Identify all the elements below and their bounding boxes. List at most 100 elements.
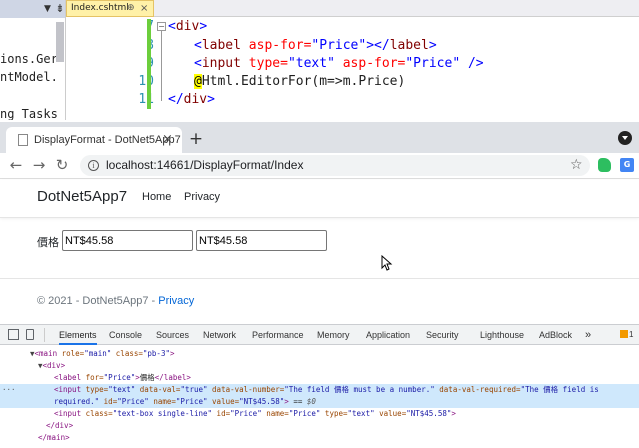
evernote-extension-icon[interactable] [598,158,611,172]
dom-token: role= [57,349,85,358]
dom-token: "text" [347,409,375,418]
code-line-7: <div> [168,19,207,34]
dom-token: > [169,349,175,358]
dom-node[interactable]: <input class="text-box single-line" id="… [0,408,639,420]
footer-privacy-link[interactable]: Privacy [158,295,194,307]
dom-token: name= [261,409,289,418]
vs-side-text: ions.Ger [0,52,58,66]
dom-token: "main" [84,349,112,358]
site-info-icon[interactable]: i [88,160,99,171]
vs-side-dropdown-arrow-icon[interactable]: ▼ [0,0,54,18]
vs-tab-index-cshtml[interactable]: Index.cshtml ⊕ × [66,0,154,17]
divider [44,328,45,342]
browser-tab-title: DisplayFormat - DotNet5App7 [34,134,181,146]
text-cursor-icon [381,255,393,271]
code-token: /> [460,56,484,71]
devtools-tab-lighthouse[interactable]: Lighthouse [480,325,524,345]
devtools-tab-adblock[interactable]: AdBlock [539,325,572,345]
pin-icon[interactable]: ⊕ [127,1,135,16]
dom-token: "text-box single-line" [112,409,213,418]
dom-token: data-val= [135,385,181,394]
more-tabs-icon[interactable]: » [585,325,591,345]
dom-token: id= [99,397,118,406]
code-token: </ [168,92,184,107]
bookmark-star-icon[interactable]: ☆ [570,155,583,176]
dom-node[interactable]: ▼<main role="main" class="pb-3"> [0,348,639,360]
code-token: > [199,19,208,34]
new-tab-button[interactable]: + [186,127,206,151]
address-bar[interactable]: i localhost:14661/DisplayFormat/Index ☆ [80,155,590,176]
vs-tab-label: Index.cshtml [71,3,129,13]
vs-code-area[interactable]: 7 8 9 10 11 − <div> <label asp-for="Pric… [66,17,639,120]
code-token: div [183,92,208,107]
vs-side-text: ng Tasks [0,107,58,120]
devtools-tab-security[interactable]: Security [426,325,459,345]
dom-token: $0 [306,397,316,406]
dom-token: </main> [38,433,70,442]
devtools-tab-network[interactable]: Network [203,325,236,345]
dom-token: type= [320,409,348,418]
translate-extension-icon[interactable]: G [620,158,634,172]
vs-side-text: ntModel. [0,70,58,84]
close-tab-icon[interactable]: × [162,127,173,153]
brand-link[interactable]: DotNet5App7 [37,188,127,205]
code-token: "Price" [311,38,367,53]
web-page: DotNet5App7 Home Privacy 價格 © 2021 - Dot… [0,180,639,324]
dom-token: "NT$45.58" [239,397,285,406]
code-token: "text" [287,56,335,71]
devtools-tab-sources[interactable]: Sources [156,325,189,345]
vs-side-scrollbar[interactable] [56,22,64,62]
dom-token: "The 價格 field is [520,385,599,394]
dom-node[interactable]: ▼<div> [0,360,639,372]
price-input[interactable] [62,230,193,251]
vs-side-split-icon[interactable]: ⇟ [54,0,65,18]
price-label: 價格 [37,237,59,249]
code-line-9: <input type="text" asp-for="Price" /> [194,56,484,71]
dom-node-selected[interactable]: ··· <input type="text" data-val="true" da… [0,384,639,396]
more-actions-icon[interactable]: ··· [2,384,16,396]
code-token: < [194,38,202,53]
dom-node[interactable]: <label for="Price">價格</label> [0,372,639,384]
devtools-tab-memory[interactable]: Memory [317,325,350,345]
dom-token: "Price" [117,397,149,406]
device-toolbar-icon[interactable] [26,329,34,340]
warning-count-badge[interactable]: 1 [620,329,639,341]
dom-node-selected-cont[interactable]: required." id="Price" name="Price" value… [0,396,639,408]
forward-button[interactable]: → [29,153,49,177]
dom-token: required." [54,397,100,406]
dom-tree: ▼<main role="main" class="pb-3"> ▼<div> … [0,346,639,448]
back-button[interactable]: ← [6,153,26,177]
code-token: div [175,19,200,34]
code-token: input [201,56,241,71]
vs-side-panel: ▼ ⇟ ions.Ger ntModel. ng Tasks [0,0,66,120]
devtools-tab-console[interactable]: Console [109,325,142,345]
devtools-tab-elements[interactable]: Elements [59,325,97,345]
site-navbar: DotNet5App7 Home Privacy [0,180,639,218]
url-text[interactable]: localhost:14661/DisplayFormat/Index [106,155,303,176]
page-favicon-icon [18,134,28,146]
dom-token: "The field 價格 must be a number." [284,385,435,394]
visual-studio-editor: ▼ ⇟ ions.Ger ntModel. ng Tasks Index.csh… [0,0,639,120]
code-token: "Price" [405,56,461,71]
screen: ▼ ⇟ ions.Ger ntModel. ng Tasks Index.csh… [0,0,639,448]
nav-home-link[interactable]: Home [142,191,171,203]
reload-button[interactable]: ↻ [52,153,72,177]
devtools-tab-application[interactable]: Application [366,325,410,345]
devtools-tab-performance[interactable]: Performance [252,325,304,345]
dom-token: "Price" [230,409,262,418]
tab-search-icon[interactable] [618,131,632,145]
fold-guide [161,31,162,101]
inspect-element-icon[interactable] [8,329,19,340]
close-icon[interactable]: × [140,1,148,16]
dom-token: "NT$45.58" [406,409,452,418]
dom-node[interactable]: </div> [0,420,639,432]
code-token: asp-for= [334,56,406,71]
collapse-icon[interactable]: − [157,22,166,31]
dom-token: "true" [180,385,208,394]
code-token: asp-for= [240,38,312,53]
code-token: < [168,19,176,34]
nav-privacy-link[interactable]: Privacy [184,191,220,203]
dom-node[interactable]: </main> [0,432,639,444]
browser-tab[interactable]: DisplayFormat - DotNet5App7 × [6,127,182,153]
price-editor-input[interactable] [196,230,327,251]
